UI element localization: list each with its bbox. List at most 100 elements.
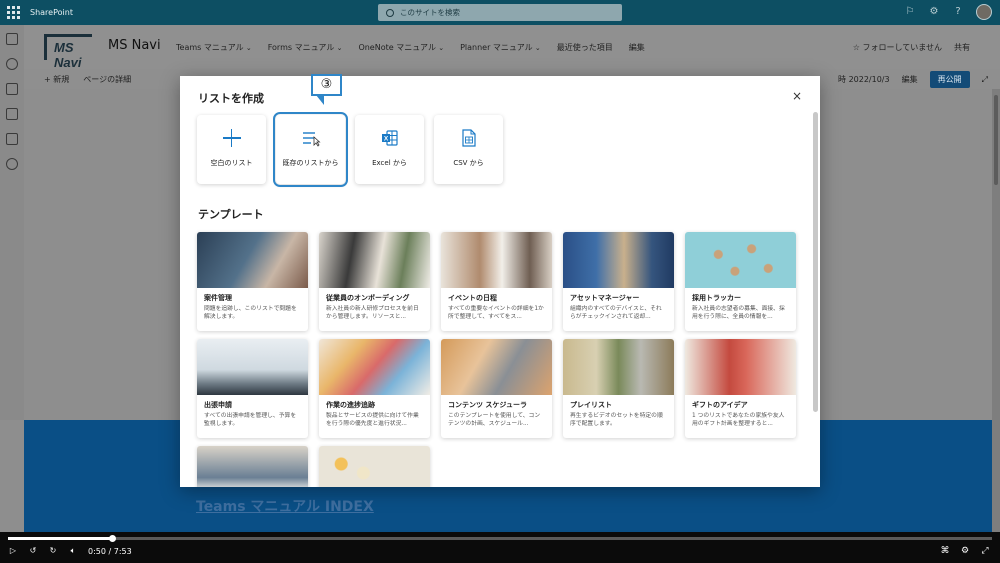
from-csv-card[interactable]: CSV から xyxy=(434,115,503,184)
play-icon[interactable]: ▷ xyxy=(8,546,18,556)
site-title[interactable]: MS Navi xyxy=(108,38,161,53)
template-card-partial-1[interactable] xyxy=(197,446,308,487)
home-icon[interactable] xyxy=(6,33,18,45)
create-options: 空白のリスト 既存のリストから X Excel から CSV から xyxy=(197,112,503,187)
lists-icon[interactable] xyxy=(6,133,18,145)
create-icon[interactable] xyxy=(6,158,18,170)
edit-button[interactable]: 編集 xyxy=(902,74,918,85)
callout-pointer xyxy=(316,95,324,105)
template-title: 作業の進捗追跡 xyxy=(326,401,375,409)
rewind-icon[interactable]: ↺ xyxy=(28,546,38,556)
template-card-partial-2[interactable] xyxy=(319,446,430,487)
template-desc: 組織内のすべてのデバイスと、それらがチェックインされて返却... xyxy=(570,306,662,321)
from-existing-list-label: 既存のリストから xyxy=(282,159,339,167)
template-card-playlist[interactable]: プレイリスト 再生するビデオのセットを特定の順序で配置します。 xyxy=(563,339,674,438)
video-progress-bar[interactable] xyxy=(8,535,992,542)
template-card-onboarding[interactable]: 従業員のオンボーディング 新入社員の新人研修プロセスを前日から管理します。リソー… xyxy=(319,232,430,331)
forward-icon[interactable]: ↻ xyxy=(48,546,58,556)
from-csv-label: CSV から xyxy=(453,159,484,167)
site-header: MS Navi MS Navi Teams マニュアル Forms マニュアル … xyxy=(24,25,1000,70)
template-card-content-scheduler[interactable]: コンテンツ スケジューラ このテンプレートを使用して、コンテンツの計画、スケジュ… xyxy=(441,339,552,438)
template-title: ギフトのアイデア xyxy=(692,401,748,409)
nav-item-teams[interactable]: Teams マニュアル xyxy=(176,42,252,53)
app-name[interactable]: SharePoint xyxy=(30,8,73,17)
template-title: コンテンツ スケジューラ xyxy=(448,401,527,409)
share-button[interactable]: 共有 xyxy=(954,42,970,53)
from-existing-list-card[interactable]: 既存のリストから xyxy=(273,112,348,187)
video-time: 0:50 / 7:53 xyxy=(88,546,132,556)
template-image xyxy=(319,232,430,288)
template-desc: 1 つのリストであなたの家族や友人用のギフト計画を整理すると... xyxy=(692,413,785,428)
new-button[interactable]: + 新規 xyxy=(44,74,69,85)
plus-icon xyxy=(222,129,241,147)
template-image xyxy=(197,339,308,395)
templates-heading: テンプレート xyxy=(198,208,264,221)
gear-icon[interactable]: ⚙ xyxy=(928,6,940,18)
template-desc: このテンプレートを使用して、コンテンツの計画、スケジュール... xyxy=(448,413,541,428)
template-card-asset-manager[interactable]: アセットマネージャー 組織内のすべてのデバイスと、それらがチェックインされて返却… xyxy=(563,232,674,331)
template-card-event-itinerary[interactable]: イベントの日程 すべての重要なイベントの詳細を1か所で整理して、すべてをス... xyxy=(441,232,552,331)
globe-icon[interactable] xyxy=(6,58,18,70)
template-image xyxy=(563,232,674,288)
follow-button[interactable]: ☆ フォローしていません xyxy=(853,42,942,53)
template-title: 出張申請 xyxy=(204,401,232,409)
template-desc: 新入社員の新人研修プロセスを前日から管理します。リソースと... xyxy=(326,306,419,321)
template-card-gift-ideas[interactable]: ギフトのアイデア 1 つのリストであなたの家族や友人用のギフト計画を整理すると.… xyxy=(685,339,796,438)
news-icon[interactable] xyxy=(6,83,18,95)
template-card-recruitment-tracker[interactable]: 採用トラッカー 新入社員の志望者の募集、面接、採用を行う際に、全員の情報を... xyxy=(685,232,796,331)
template-card-work-progress[interactable]: 作業の進捗追跡 製品とサービスの提供に向けて作業を行う際の優先度と進行状況... xyxy=(319,339,430,438)
megaphone-icon[interactable]: ⚐ xyxy=(904,6,916,18)
dialog-scrollbar[interactable] xyxy=(813,112,818,482)
publish-date: 時 2022/10/3 xyxy=(838,75,890,84)
nav-item-edit[interactable]: 編集 xyxy=(629,42,645,53)
template-desc: 新入社員の志望者の募集、面接、採用を行う際に、全員の情報を... xyxy=(692,306,785,321)
avatar[interactable] xyxy=(976,4,992,20)
template-card-issue-tracker[interactable]: 案件管理 問題を追跡し、このリストで問題を解決します。 xyxy=(197,232,308,331)
template-image xyxy=(319,446,430,487)
expand-icon[interactable]: ⤢ xyxy=(982,75,988,85)
nav-item-forms[interactable]: Forms マニュアル xyxy=(268,42,343,53)
template-desc: 再生するビデオのセットを特定の順序で配置します。 xyxy=(570,413,663,428)
template-image xyxy=(319,339,430,395)
template-desc: すべての重要なイベントの詳細を1か所で整理して、すべてをス... xyxy=(448,306,544,321)
captions-icon[interactable]: ⌘ xyxy=(940,546,950,556)
volume-icon[interactable]: 🔈︎ xyxy=(68,546,78,556)
template-image xyxy=(441,232,552,288)
template-image xyxy=(197,232,308,288)
template-title: 従業員のオンボーディング xyxy=(326,294,410,302)
page-details-button[interactable]: ページの詳細 xyxy=(83,74,131,85)
from-excel-card[interactable]: X Excel から xyxy=(355,115,424,184)
csv-icon xyxy=(461,129,476,147)
template-title: アセットマネージャー xyxy=(570,294,640,302)
video-controls: ▷ ↺ ↻ 🔈︎ 0:50 / 7:53 ⌘ ⚙ ⤢ xyxy=(0,532,1000,563)
files-icon[interactable] xyxy=(6,108,18,120)
fullscreen-icon[interactable]: ⤢ xyxy=(980,546,990,556)
nav-item-recent[interactable]: 最近使った項目 xyxy=(557,42,613,53)
template-card-travel-requests[interactable]: 出張申請 すべての出張申請を管理し、予算を監視します。 xyxy=(197,339,308,438)
template-desc: 製品とサービスの提供に向けて作業を行う際の優先度と進行状況... xyxy=(326,413,419,428)
nav-item-planner[interactable]: Planner マニュアル xyxy=(460,42,541,53)
template-image xyxy=(441,339,552,395)
template-title: 案件管理 xyxy=(204,294,232,302)
video-progress-knob[interactable] xyxy=(109,535,117,542)
site-logo[interactable]: MS Navi xyxy=(44,34,92,70)
app-launcher-icon[interactable] xyxy=(0,0,26,25)
create-list-dialog: リストを作成 × 空白のリスト 既存のリストから X Excel から CSV … xyxy=(180,76,820,487)
search-icon xyxy=(386,8,394,17)
settings-icon[interactable]: ⚙ xyxy=(960,546,970,556)
search-box[interactable]: このサイトを検索 xyxy=(378,4,622,21)
left-rail xyxy=(0,25,24,420)
help-icon[interactable]: ? xyxy=(952,6,964,18)
blank-list-card[interactable]: 空白のリスト xyxy=(197,115,266,184)
search-placeholder: このサイトを検索 xyxy=(400,8,460,17)
close-icon[interactable]: × xyxy=(792,89,802,103)
page-scrollbar[interactable] xyxy=(992,89,1000,532)
template-title: イベントの日程 xyxy=(448,294,497,302)
template-grid: 案件管理 問題を追跡し、このリストで問題を解決します。 従業員のオンボーディング… xyxy=(197,232,796,487)
list-icon xyxy=(302,132,321,147)
republish-button[interactable]: 再公開 xyxy=(929,71,970,88)
teams-index-link[interactable]: Teams マニュアル INDEX xyxy=(196,496,374,516)
template-title: プレイリスト xyxy=(570,401,612,409)
video-progress-fill xyxy=(8,537,113,540)
nav-item-onenote[interactable]: OneNote マニュアル xyxy=(358,42,444,53)
